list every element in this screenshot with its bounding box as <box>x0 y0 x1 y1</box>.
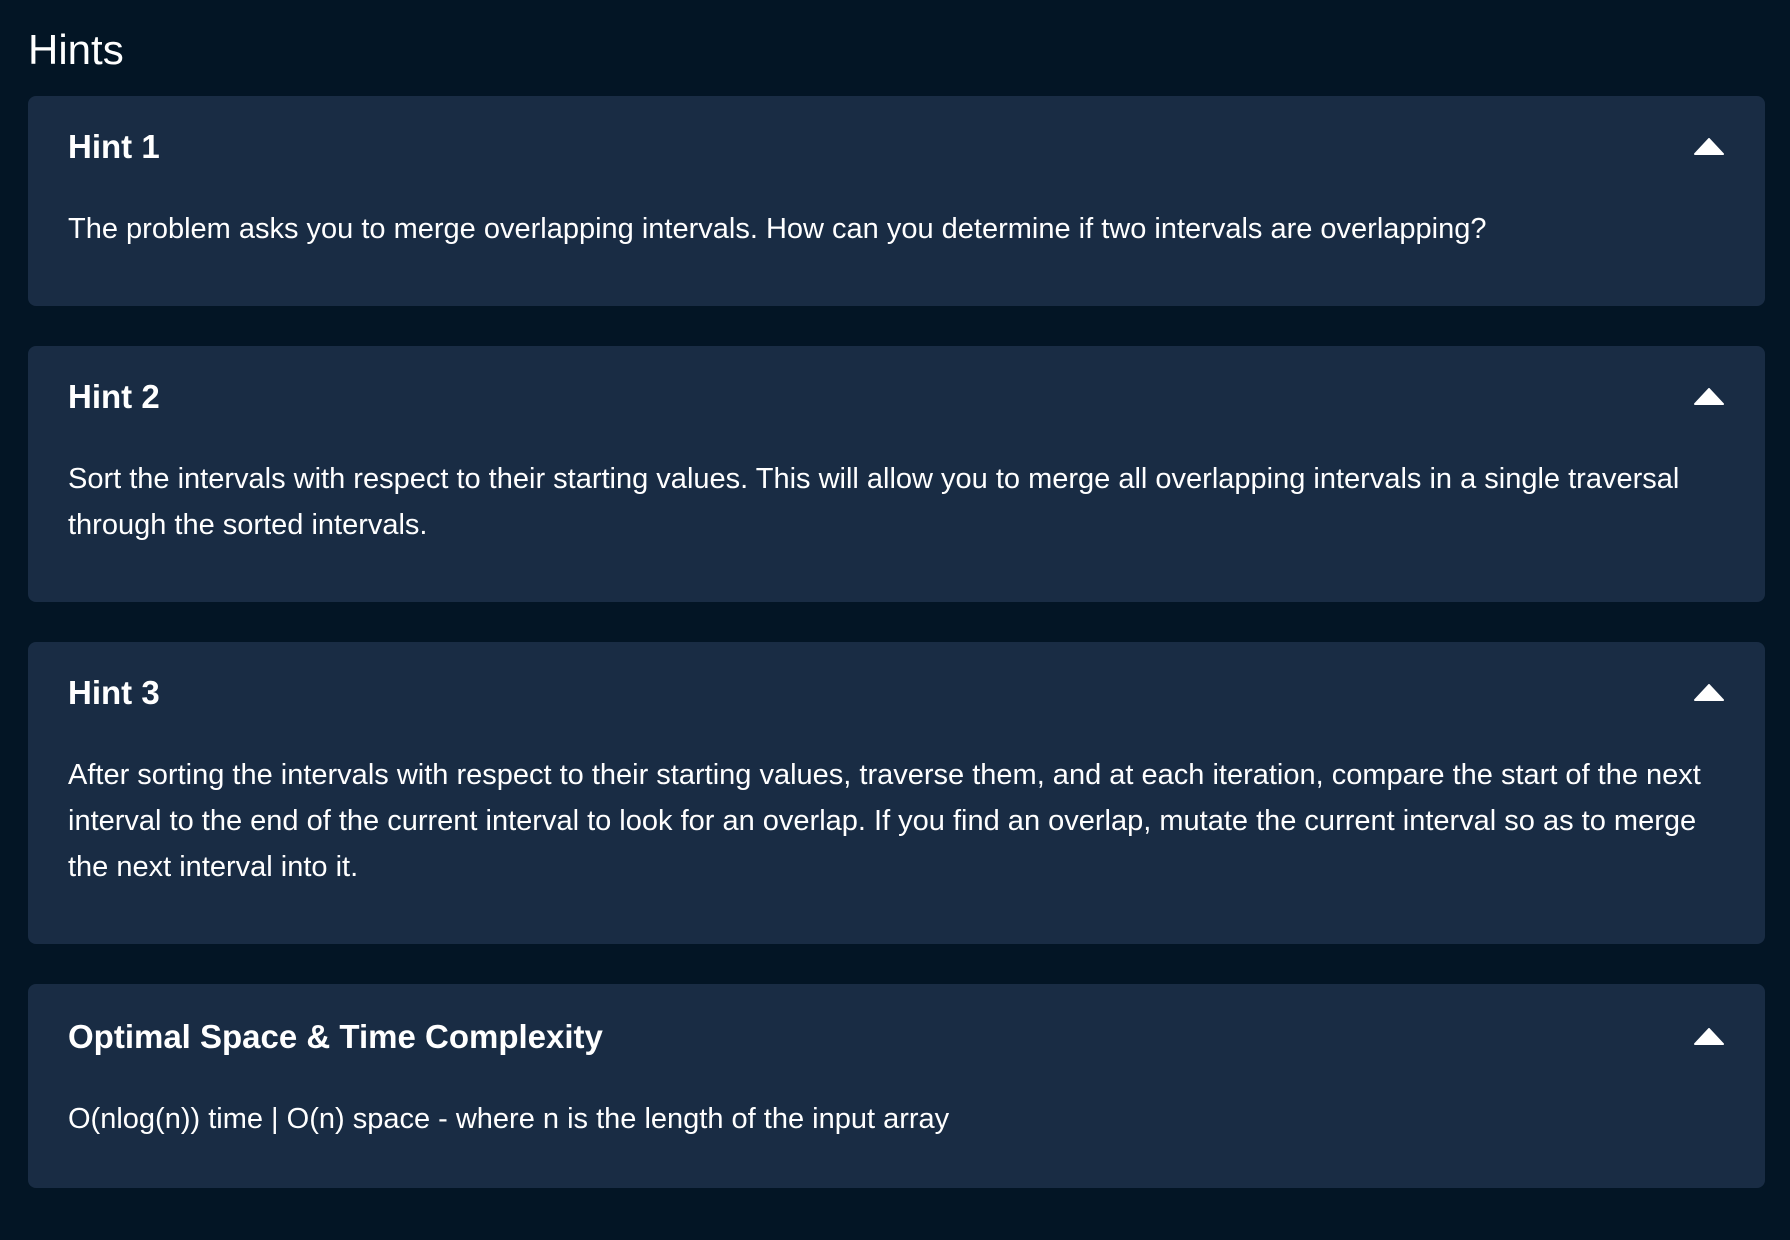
hint-list: Hint 1 The problem asks you to merge ove… <box>28 96 1765 1228</box>
hint-title: Hint 3 <box>68 674 160 711</box>
chevron-up-icon[interactable] <box>1693 387 1725 407</box>
chevron-up-icon[interactable] <box>1693 683 1725 703</box>
hint-body: Sort the intervals with respect to their… <box>68 463 1680 541</box>
chevron-up-icon[interactable] <box>1693 137 1725 157</box>
hint-body: After sorting the intervals with respect… <box>68 759 1701 883</box>
hint-card-2: Hint 2 Sort the intervals with respect t… <box>28 346 1765 602</box>
hint-title: Hint 2 <box>68 378 160 415</box>
complexity-header[interactable]: Optimal Space & Time Complexity <box>68 984 1725 1090</box>
hint-card-1: Hint 1 The problem asks you to merge ove… <box>28 96 1765 306</box>
hint-header-3[interactable]: Hint 3 <box>68 642 1725 744</box>
page-title: Hints <box>28 26 124 73</box>
hint-title: Hint 1 <box>68 128 160 165</box>
complexity-body: O(nlog(n)) time | O(n) space - where n i… <box>68 1103 950 1135</box>
chevron-up-icon[interactable] <box>1693 1027 1725 1047</box>
hint-header-1[interactable]: Hint 1 <box>68 96 1725 198</box>
hint-card-3: Hint 3 After sorting the intervals with … <box>28 642 1765 944</box>
complexity-title: Optimal Space & Time Complexity <box>68 1018 603 1055</box>
complexity-card: Optimal Space & Time Complexity O(nlog(n… <box>28 984 1765 1188</box>
hint-header-2[interactable]: Hint 2 <box>68 346 1725 448</box>
hint-body: The problem asks you to merge overlappin… <box>68 213 1487 245</box>
